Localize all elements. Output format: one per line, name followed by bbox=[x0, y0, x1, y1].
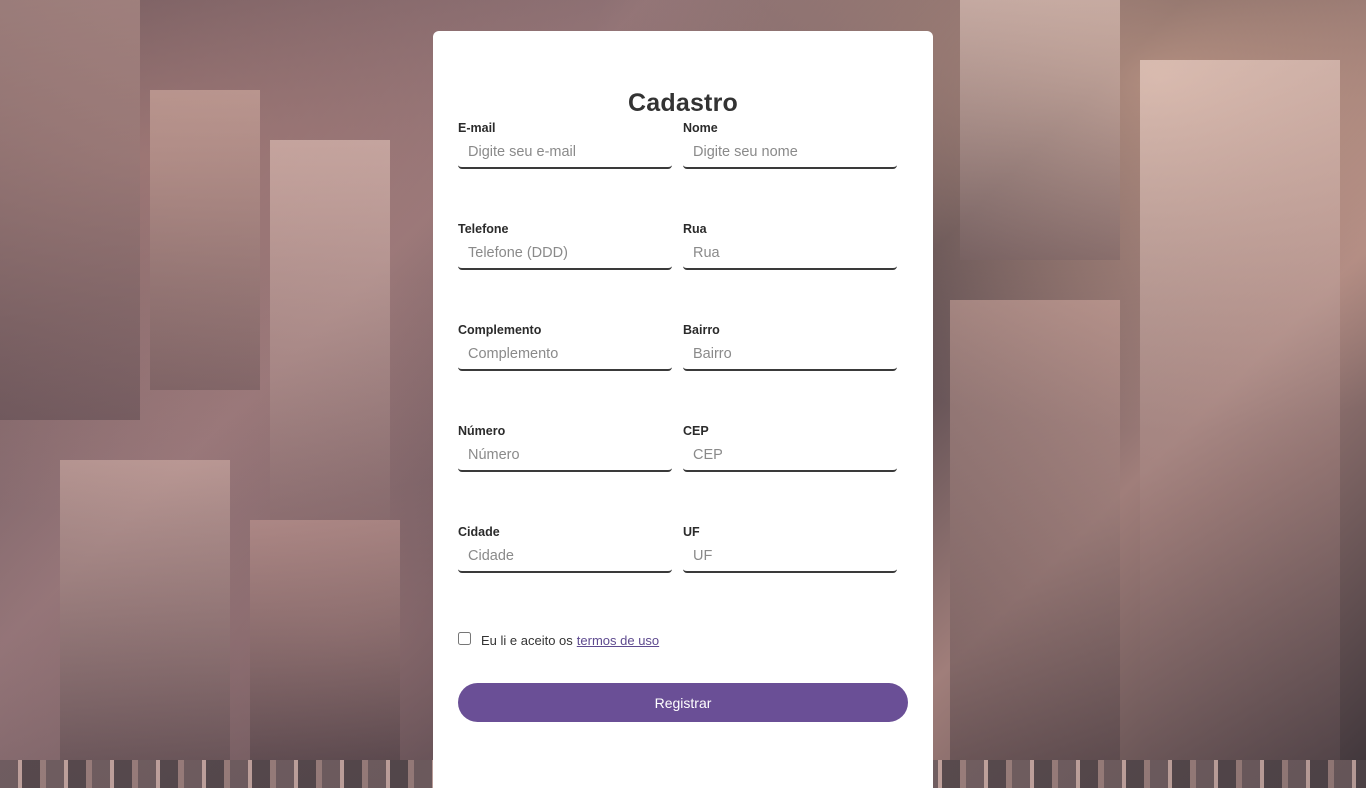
registration-card: Cadastro E-mail Nome Telefone Rua Comple… bbox=[433, 31, 933, 788]
cidade-input[interactable] bbox=[458, 541, 672, 573]
numero-input[interactable] bbox=[458, 440, 672, 472]
bairro-field-group: Bairro bbox=[683, 321, 897, 371]
telefone-field-group: Telefone bbox=[458, 220, 672, 270]
complemento-label: Complemento bbox=[458, 323, 542, 337]
terms-row: Eu li e aceito os termos de uso bbox=[458, 631, 659, 648]
complemento-input[interactable] bbox=[458, 339, 672, 371]
rua-input[interactable] bbox=[683, 238, 897, 270]
numero-field-group: Número bbox=[458, 422, 672, 472]
telefone-label: Telefone bbox=[458, 222, 509, 236]
email-input[interactable] bbox=[458, 137, 672, 169]
nome-input[interactable] bbox=[683, 137, 897, 169]
page-title: Cadastro bbox=[628, 89, 738, 117]
email-label: E-mail bbox=[458, 121, 496, 135]
nome-field-group: Nome bbox=[683, 119, 897, 169]
bairro-label: Bairro bbox=[683, 323, 720, 337]
terms-checkbox[interactable] bbox=[458, 632, 471, 645]
telefone-input[interactable] bbox=[458, 238, 672, 270]
email-field-group: E-mail bbox=[458, 119, 672, 169]
bairro-input[interactable] bbox=[683, 339, 897, 371]
complemento-field-group: Complemento bbox=[458, 321, 672, 371]
uf-field-group: UF bbox=[683, 523, 897, 573]
rua-field-group: Rua bbox=[683, 220, 897, 270]
uf-input[interactable] bbox=[683, 541, 897, 573]
cep-field-group: CEP bbox=[683, 422, 897, 472]
nome-label: Nome bbox=[683, 121, 718, 135]
terms-text: Eu li e aceito os bbox=[481, 633, 573, 648]
cep-label: CEP bbox=[683, 424, 709, 438]
cep-input[interactable] bbox=[683, 440, 897, 472]
cidade-label: Cidade bbox=[458, 525, 500, 539]
uf-label: UF bbox=[683, 525, 700, 539]
register-button[interactable]: Registrar bbox=[458, 683, 908, 722]
cidade-field-group: Cidade bbox=[458, 523, 672, 573]
rua-label: Rua bbox=[683, 222, 707, 236]
numero-label: Número bbox=[458, 424, 506, 438]
terms-link[interactable]: termos de uso bbox=[577, 633, 659, 648]
